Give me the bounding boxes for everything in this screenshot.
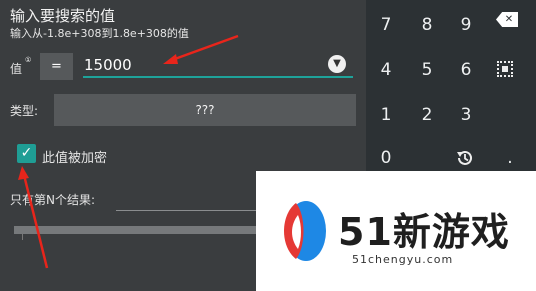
watermark: 51新游戏 51chengyu.com (256, 171, 536, 291)
brand-url: 51chengyu.com (352, 253, 454, 266)
brand-logo-icon (284, 201, 326, 261)
arrow-to-checkbox (18, 166, 49, 269)
brand-name: 51新游戏 (338, 210, 510, 254)
arrow-to-value (163, 34, 239, 64)
